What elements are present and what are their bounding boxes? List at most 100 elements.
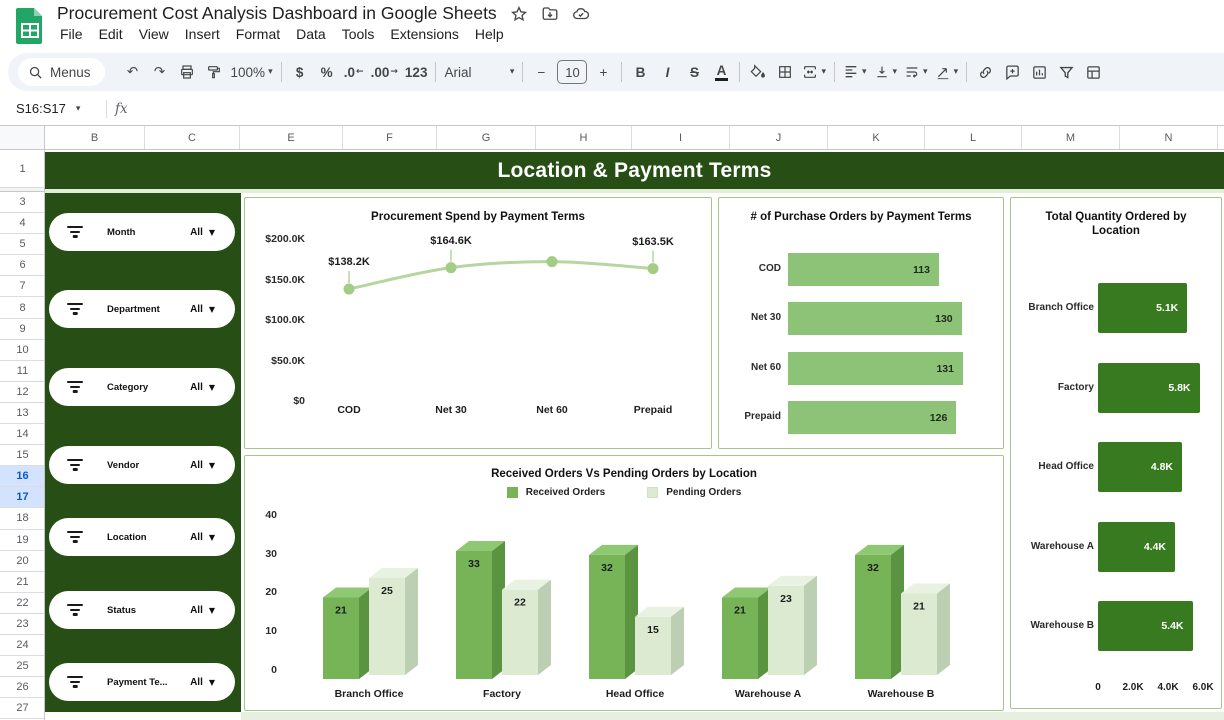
move-to-folder-icon[interactable] [541, 5, 559, 23]
menu-insert[interactable]: Insert [177, 24, 228, 44]
create-filter-button[interactable] [1053, 58, 1079, 86]
row-header-26[interactable]: 26 [0, 677, 45, 698]
format-currency-button[interactable]: $ [287, 58, 313, 86]
row-header-9[interactable]: 9 [0, 319, 45, 340]
row-header-16[interactable]: 16 [0, 466, 45, 487]
vertical-align-button[interactable]: ▾ [871, 58, 901, 86]
filter-pill-status[interactable]: StatusAll▼ [49, 591, 235, 629]
print-button[interactable] [174, 58, 200, 86]
column-header-M[interactable]: M [1022, 126, 1120, 150]
text-rotation-button[interactable]: ▾ [932, 58, 962, 86]
undo-button[interactable]: ↶ [120, 58, 146, 86]
insert-chart-button[interactable] [1026, 58, 1052, 86]
filter-value-dropdown[interactable]: All▼ [190, 227, 215, 238]
more-formats-button[interactable]: 123 [402, 58, 431, 86]
row-header-8[interactable]: 8 [0, 297, 45, 318]
row-header-1[interactable]: 1 [0, 150, 45, 188]
filter-pill-location[interactable]: LocationAll▼ [49, 518, 235, 556]
filter-pill-payment-te-[interactable]: Payment Te...All▼ [49, 663, 235, 701]
menus-search-button[interactable]: Menus [18, 58, 105, 86]
column-header-N[interactable]: N [1120, 126, 1218, 150]
strikethrough-button[interactable]: S [681, 58, 707, 86]
row-header-10[interactable]: 10 [0, 340, 45, 361]
decrease-font-size-button[interactable]: − [528, 58, 554, 86]
row-header-21[interactable]: 21 [0, 572, 45, 593]
filter-pill-month[interactable]: MonthAll▼ [49, 213, 235, 251]
text-color-button[interactable]: A [708, 58, 734, 86]
row-header-25[interactable]: 25 [0, 656, 45, 677]
filter-value-dropdown[interactable]: All▼ [190, 677, 215, 688]
row-header-7[interactable]: 7 [0, 276, 45, 297]
filter-value-dropdown[interactable]: All▼ [190, 532, 215, 543]
insert-link-button[interactable] [972, 58, 998, 86]
column-header-H[interactable]: H [536, 126, 632, 150]
increase-decimal-button[interactable]: .00→ [368, 58, 401, 86]
chart-panel-po-by-payment-terms[interactable]: # of Purchase Orders by Payment TermsCOD… [718, 197, 1004, 449]
menu-file[interactable]: File [52, 24, 91, 44]
filter-value-dropdown[interactable]: All▼ [190, 460, 215, 471]
zoom-select[interactable]: 100%▾ [228, 58, 276, 86]
filter-value-dropdown[interactable]: All▼ [190, 605, 215, 616]
row-header-20[interactable]: 20 [0, 551, 45, 572]
filter-pill-vendor[interactable]: VendorAll▼ [49, 446, 235, 484]
increase-font-size-button[interactable]: + [590, 58, 616, 86]
row-header-27[interactable]: 27 [0, 698, 45, 719]
chart-panel-qty-by-location[interactable]: Total Quantity Ordered by LocationBranch… [1010, 197, 1222, 709]
google-sheets-logo-icon[interactable] [14, 6, 46, 46]
row-header-11[interactable]: 11 [0, 361, 45, 382]
row-header-19[interactable]: 19 [0, 530, 45, 551]
insert-comment-button[interactable] [999, 58, 1025, 86]
row-header-24[interactable]: 24 [0, 635, 45, 656]
row-header-17[interactable]: 17 [0, 487, 45, 508]
text-wrap-button[interactable]: ▾ [901, 58, 931, 86]
table-button[interactable] [1080, 58, 1106, 86]
merge-cells-button[interactable]: ▾ [799, 58, 829, 86]
column-header-J[interactable]: J [730, 126, 828, 150]
row-header-3[interactable]: 3 [0, 192, 45, 213]
row-header-13[interactable]: 13 [0, 403, 45, 424]
menu-format[interactable]: Format [228, 24, 288, 44]
column-header-K[interactable]: K [828, 126, 925, 150]
column-header-E[interactable]: E [240, 126, 343, 150]
font-size-input[interactable]: 10 [557, 60, 587, 84]
column-header-F[interactable]: F [343, 126, 437, 150]
font-family-select[interactable]: Arial▾ [441, 58, 517, 86]
filter-value-dropdown[interactable]: All▼ [190, 304, 215, 315]
column-header-C[interactable]: C [145, 126, 240, 150]
column-header-I[interactable]: I [632, 126, 730, 150]
menu-view[interactable]: View [131, 24, 177, 44]
column-header-B[interactable]: B [45, 126, 145, 150]
bold-button[interactable]: B [627, 58, 653, 86]
format-percent-button[interactable]: % [314, 58, 340, 86]
filter-value-dropdown[interactable]: All▼ [190, 382, 215, 393]
fill-color-button[interactable] [745, 58, 771, 86]
filter-pill-category[interactable]: CategoryAll▼ [49, 368, 235, 406]
document-title[interactable]: Procurement Cost Analysis Dashboard in G… [57, 3, 497, 24]
chart-panel-spend-by-payment-terms[interactable]: Procurement Spend by Payment Terms$200.0… [244, 197, 712, 449]
menu-tools[interactable]: Tools [334, 24, 383, 44]
row-header-12[interactable]: 12 [0, 382, 45, 403]
cloud-saved-icon[interactable] [572, 5, 590, 23]
row-header-6[interactable]: 6 [0, 255, 45, 276]
filter-pill-department[interactable]: DepartmentAll▼ [49, 290, 235, 328]
menu-help[interactable]: Help [467, 24, 512, 44]
menu-data[interactable]: Data [288, 24, 334, 44]
row-header-22[interactable]: 22 [0, 593, 45, 614]
column-header-L[interactable]: L [925, 126, 1022, 150]
row-header-5[interactable]: 5 [0, 234, 45, 255]
column-header-G[interactable]: G [437, 126, 536, 150]
borders-button[interactable] [772, 58, 798, 86]
select-all-corner[interactable] [0, 126, 45, 150]
star-icon[interactable] [510, 5, 528, 23]
italic-button[interactable]: I [654, 58, 680, 86]
menu-edit[interactable]: Edit [91, 24, 131, 44]
menu-extensions[interactable]: Extensions [382, 24, 466, 44]
row-header-4[interactable]: 4 [0, 213, 45, 234]
redo-button[interactable]: ↷ [147, 58, 173, 86]
row-header-23[interactable]: 23 [0, 614, 45, 635]
row-header-18[interactable]: 18 [0, 508, 45, 529]
row-header-14[interactable]: 14 [0, 424, 45, 445]
horizontal-align-button[interactable]: ▾ [840, 58, 870, 86]
paint-format-button[interactable] [201, 58, 227, 86]
row-header-15[interactable]: 15 [0, 445, 45, 466]
